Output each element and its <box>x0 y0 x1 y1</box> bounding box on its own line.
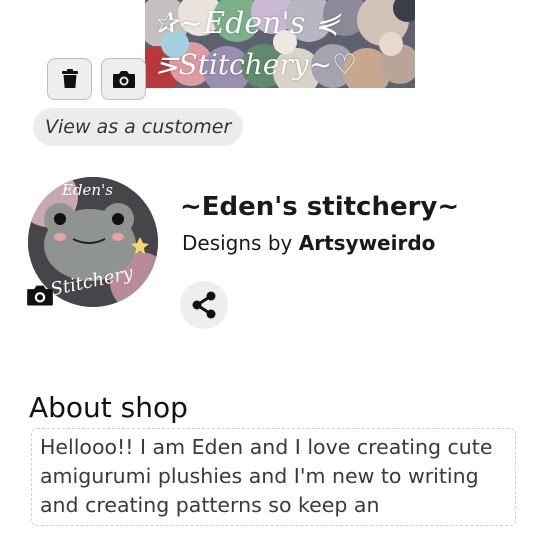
change-avatar-photo-button[interactable] <box>26 282 54 308</box>
avatar-text-top: Eden's <box>62 181 113 199</box>
designs-by-label: Designs by <box>182 231 293 255</box>
about-shop-text: Hellooo!! I am Eden and I love creating … <box>40 435 493 517</box>
shop-banner: ✰~Eden's ⋞ ⋝Stitchery~♡ <box>145 0 415 88</box>
banner-text-line2: ⋝Stitchery~♡ <box>155 48 358 81</box>
view-as-customer-button[interactable]: View as a customer <box>33 108 244 146</box>
designer-name[interactable]: Artsyweirdo <box>299 231 436 255</box>
shop-name: ~Eden's stitchery~ <box>180 192 460 222</box>
banner-text-line1: ✰~Eden's ⋞ <box>153 6 340 41</box>
about-shop-textbox[interactable]: Hellooo!! I am Eden and I love creating … <box>31 428 516 526</box>
camera-icon <box>112 71 135 88</box>
about-shop-heading: About shop <box>29 391 188 424</box>
share-button[interactable] <box>180 281 228 329</box>
share-icon <box>192 291 216 319</box>
trash-icon <box>61 69 78 88</box>
camera-icon <box>27 285 53 306</box>
delete-banner-button[interactable] <box>47 58 92 100</box>
designer-line: Designs by Artsyweirdo <box>182 231 435 255</box>
change-banner-photo-button[interactable] <box>101 58 146 100</box>
